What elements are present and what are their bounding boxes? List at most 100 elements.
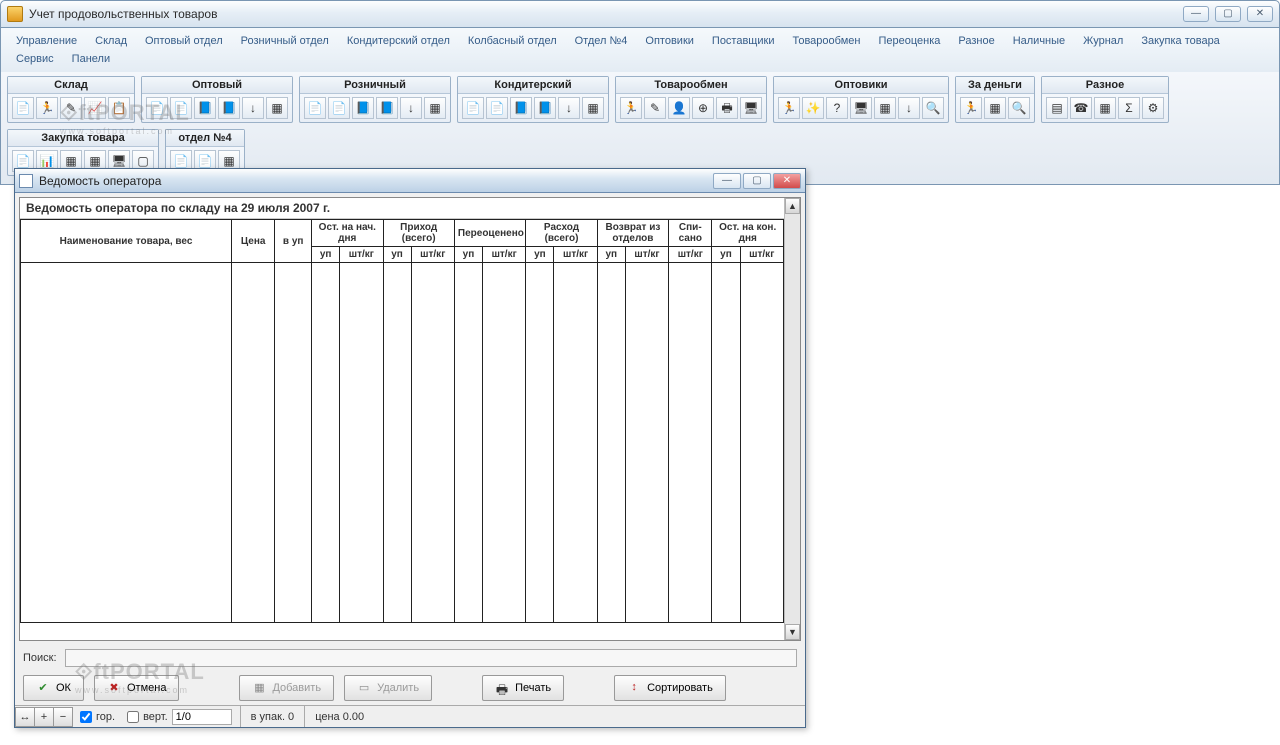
col-group-4: Возврат из отделов: [597, 220, 668, 247]
menu-item-12[interactable]: Наличные: [1004, 32, 1074, 50]
toolbar-button[interactable]: 🔍: [1008, 97, 1030, 119]
modal-minimize-button[interactable]: —: [713, 173, 741, 189]
search-input[interactable]: [65, 649, 797, 667]
menu-item-1[interactable]: Склад: [86, 32, 136, 50]
menu-item-16[interactable]: Панели: [63, 50, 119, 68]
modal-titlebar: Ведомость оператора — ▢ ✕: [15, 169, 805, 193]
toolbar-button[interactable]: ↓: [558, 97, 580, 119]
toolbar-group-7: Разное▤☎▦Σ⚙: [1041, 76, 1169, 123]
menu-item-9[interactable]: Товарообмен: [783, 32, 869, 50]
toolbar-button[interactable]: 📘: [352, 97, 374, 119]
toolbar-button[interactable]: 📄: [462, 97, 484, 119]
toolbar-button[interactable]: 📘: [534, 97, 556, 119]
toolbar-button[interactable]: 📘: [218, 97, 240, 119]
menu-item-3[interactable]: Розничный отдел: [232, 32, 338, 50]
toolbar-button[interactable]: 📘: [194, 97, 216, 119]
toolbar-button[interactable]: ↓: [242, 97, 264, 119]
menu-item-5[interactable]: Колбасный отдел: [459, 32, 566, 50]
menu-item-8[interactable]: Поставщики: [703, 32, 784, 50]
nav-updown-button[interactable]: ↔: [15, 707, 35, 727]
scroll-up-icon[interactable]: ▲: [785, 198, 800, 214]
toolbar-button[interactable]: 📈: [84, 97, 106, 119]
delete-button[interactable]: Удалить: [344, 675, 432, 701]
toolbar-button[interactable]: 👤: [668, 97, 690, 119]
menu-item-7[interactable]: Оптовики: [636, 32, 703, 50]
add-button[interactable]: Добавить: [239, 675, 334, 701]
toolbar-button[interactable]: ✨: [802, 97, 824, 119]
menubar: УправлениеСкладОптовый отделРозничный от…: [0, 28, 1280, 72]
menu-item-4[interactable]: Кондитерский отдел: [338, 32, 459, 50]
toolbar-group-4: Товарообмен🏃✎👤⊕🖶🖥: [615, 76, 767, 123]
toolbar-button[interactable]: ✎: [644, 97, 666, 119]
toolbar-button[interactable]: Σ: [1118, 97, 1140, 119]
toolbar-button[interactable]: ▦: [1094, 97, 1116, 119]
toolbar-button[interactable]: 📄: [304, 97, 326, 119]
toolbar-button[interactable]: 🏃: [960, 97, 982, 119]
toolbar-button[interactable]: 🖥: [740, 97, 762, 119]
menu-item-13[interactable]: Журнал: [1074, 32, 1132, 50]
toolbar-button[interactable]: 🏃: [778, 97, 800, 119]
menu-item-6[interactable]: Отдел №4: [566, 32, 637, 50]
toolbar-button[interactable]: ✎: [60, 97, 82, 119]
button-row: ОК Отмена Добавить Удалить Печать Сортир…: [15, 671, 805, 705]
status-price: цена 0.00: [304, 706, 374, 727]
modal-maximize-button[interactable]: ▢: [743, 173, 771, 189]
nav-plus-button[interactable]: +: [34, 707, 54, 727]
toolbar-button[interactable]: 🏃: [620, 97, 642, 119]
toolbar-button[interactable]: 🔍: [922, 97, 944, 119]
toolbar-button[interactable]: 📋: [108, 97, 130, 119]
toolbar-button[interactable]: 📄: [146, 97, 168, 119]
sort-button[interactable]: Сортировать: [614, 675, 726, 701]
toolbar-button[interactable]: ⚙: [1142, 97, 1164, 119]
toolbar-button[interactable]: ↓: [898, 97, 920, 119]
toolbar-button[interactable]: 📘: [510, 97, 532, 119]
col-sub: шт/кг: [625, 247, 668, 263]
toolbar-button[interactable]: ☎: [1070, 97, 1092, 119]
cancel-button[interactable]: Отмена: [94, 675, 179, 701]
toolbar-button[interactable]: ▦: [874, 97, 896, 119]
vertical-checkbox[interactable]: [127, 711, 139, 723]
toolbar-button[interactable]: ▦: [582, 97, 604, 119]
toolbar-button[interactable]: ?: [826, 97, 848, 119]
maximize-button[interactable]: ▢: [1215, 6, 1241, 22]
toolbar-button[interactable]: ↓: [400, 97, 422, 119]
counter-field[interactable]: [172, 709, 232, 725]
scroll-down-icon[interactable]: ▼: [785, 624, 800, 640]
toolbar-button[interactable]: 📄: [328, 97, 350, 119]
minimize-button[interactable]: —: [1183, 6, 1209, 22]
modal-close-button[interactable]: ✕: [773, 173, 801, 189]
operator-report-window: Ведомость оператора — ▢ ✕ Ведомость опер…: [14, 168, 806, 728]
menu-item-10[interactable]: Переоценка: [869, 32, 949, 50]
close-button[interactable]: ✕: [1247, 6, 1273, 22]
menu-item-11[interactable]: Разное: [949, 32, 1003, 50]
print-button[interactable]: Печать: [482, 675, 564, 701]
menu-item-2[interactable]: Оптовый отдел: [136, 32, 232, 50]
nav-minus-button[interactable]: −: [53, 707, 73, 727]
toolbar-button[interactable]: 📄: [170, 97, 192, 119]
toolbar-button[interactable]: 🖶: [716, 97, 738, 119]
toolbar-group-title: отдел №4: [166, 130, 244, 147]
col-sub: уп: [383, 247, 411, 263]
col-group-2: Переоценено: [454, 220, 525, 247]
menu-item-15[interactable]: Сервис: [7, 50, 63, 68]
toolbar-button[interactable]: 🖥: [850, 97, 872, 119]
search-label: Поиск:: [23, 652, 57, 664]
menu-item-0[interactable]: Управление: [7, 32, 86, 50]
toolbar-button[interactable]: ▤: [1046, 97, 1068, 119]
horizontal-checkbox[interactable]: [80, 711, 92, 723]
col-group-5: Спи- сано: [669, 220, 712, 247]
ok-button[interactable]: ОК: [23, 675, 84, 701]
toolbar-button[interactable]: 📄: [486, 97, 508, 119]
toolbar-button[interactable]: 📄: [12, 97, 34, 119]
menu-item-14[interactable]: Закупка товара: [1132, 32, 1229, 50]
toolbar-button[interactable]: 📘: [376, 97, 398, 119]
toolbar-button[interactable]: ▦: [424, 97, 446, 119]
modal-title: Ведомость оператора: [39, 174, 713, 188]
toolbar-group-title: Оптовый: [142, 77, 292, 94]
toolbar-button[interactable]: ▦: [984, 97, 1006, 119]
vertical-scrollbar[interactable]: ▲ ▼: [784, 198, 800, 640]
toolbar-group-title: За деньги: [956, 77, 1034, 94]
toolbar-button[interactable]: ⊕: [692, 97, 714, 119]
toolbar-button[interactable]: 🏃: [36, 97, 58, 119]
toolbar-button[interactable]: ▦: [266, 97, 288, 119]
